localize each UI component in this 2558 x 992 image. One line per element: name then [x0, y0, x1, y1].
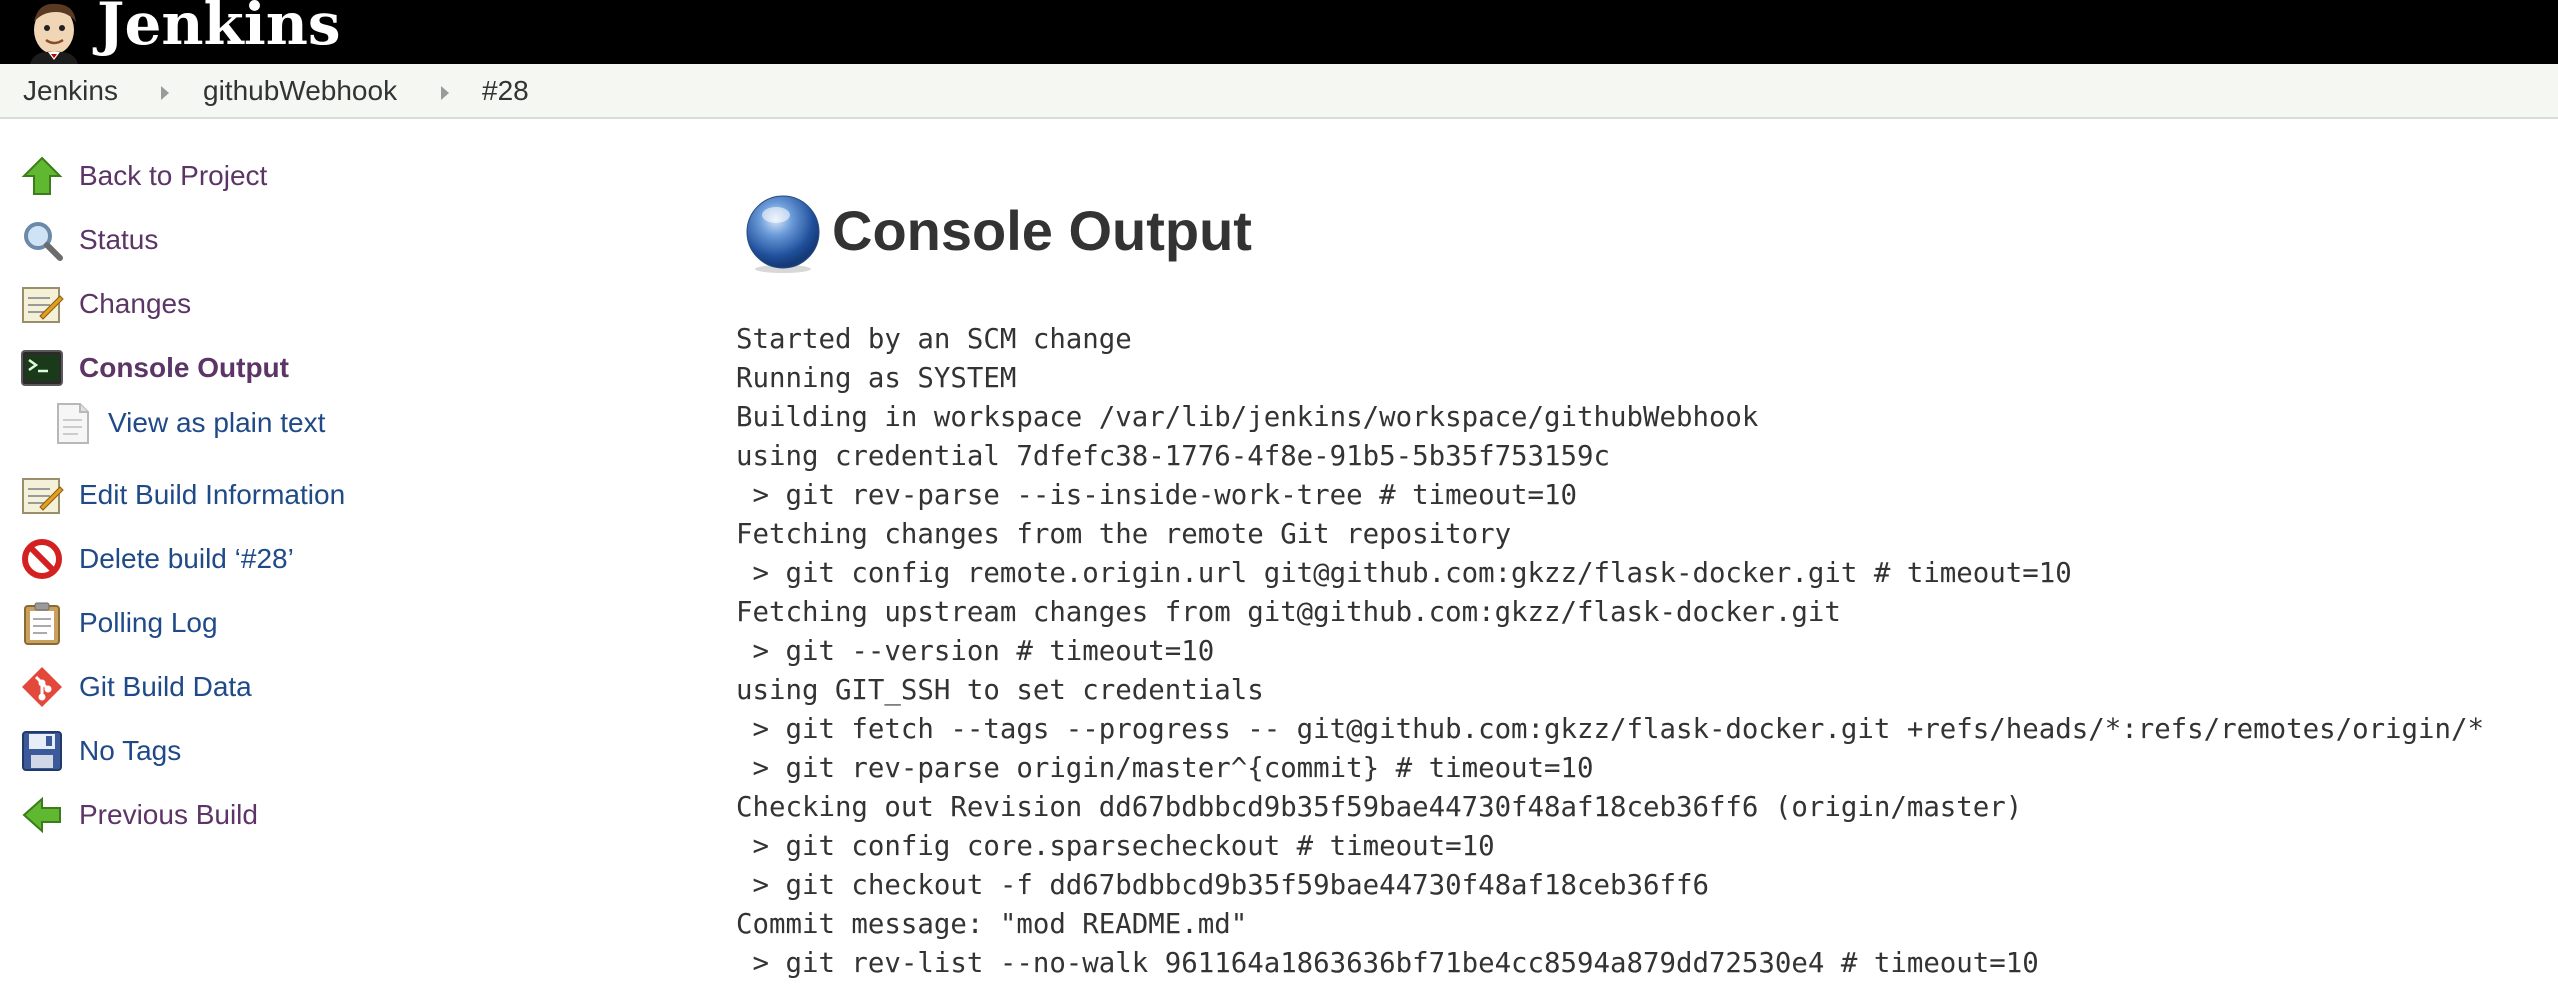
sidebar-item-delete-build[interactable]: Delete build ‘#28’	[20, 535, 350, 583]
clipboard-icon	[20, 601, 64, 645]
console-line: > git config remote.origin.url git@githu…	[736, 558, 2072, 589]
console-line: > git checkout -f dd67bdbbcd9b35f59bae44…	[736, 870, 1709, 901]
sidebar-item-view-as-plain-text[interactable]: View as plain text	[52, 399, 352, 447]
breadcrumb-separator-icon[interactable]	[161, 86, 169, 100]
floppy-disk-icon	[20, 729, 64, 773]
sidebar-item-edit-build-information[interactable]: Edit Build Information	[20, 471, 350, 519]
document-icon	[52, 401, 96, 445]
console-line: Started by an SCM change	[736, 324, 1132, 355]
console-line: Checking out Revision dd67bdbbcd9b35f59b…	[736, 792, 2023, 823]
no-entry-icon	[20, 537, 64, 581]
left-arrow-icon	[20, 793, 64, 837]
sidebar-item-label: View as plain text	[108, 407, 326, 438]
sidebar-item-polling-log[interactable]: Polling Log	[20, 599, 320, 647]
breadcrumb-item-githubwebhook[interactable]: githubWebhook	[203, 64, 397, 119]
sidebar-item-previous-build[interactable]: Previous Build	[20, 791, 320, 839]
sidebar-item-label: Changes	[79, 288, 192, 319]
sidebar-item-label: No Tags	[79, 735, 182, 766]
console-line: > git rev-parse --is-inside-work-tree # …	[736, 480, 1578, 511]
console-line: using GIT_SSH to set credentials	[736, 675, 1264, 706]
console-line: Fetching upstream changes from git@githu…	[736, 597, 1841, 628]
sidebar-item-no-tags[interactable]: No Tags	[20, 727, 320, 775]
sidebar-item-label: Status	[79, 224, 159, 255]
sidebar-item-changes[interactable]: Changes	[20, 280, 320, 328]
sidebar-item-label: Console Output	[79, 352, 289, 383]
sidebar-item-label: Git Build Data	[79, 671, 252, 702]
magnifier-icon	[20, 218, 64, 262]
sidebar-item-label: Delete build ‘#28’	[79, 543, 294, 574]
sidebar-item-label: Polling Log	[79, 607, 218, 638]
console-line: Running as SYSTEM	[736, 363, 1017, 394]
jenkins-butler-logo-icon[interactable]	[20, 0, 90, 64]
git-icon	[20, 665, 64, 709]
console-output-text: Started by an SCM change Running as SYSTE…	[736, 320, 2558, 992]
console-line: > git rev-parse origin/master^{commit} #…	[736, 753, 1594, 784]
sidebar-item-label: Edit Build Information	[79, 479, 346, 510]
sidebar-item-label: Back to Project	[79, 160, 268, 191]
jenkins-brand[interactable]: Jenkins	[97, 0, 341, 56]
breadcrumb-separator-icon[interactable]	[441, 86, 449, 100]
console-line: > git rev-list --no-walk 961164a1863636b…	[736, 948, 2039, 979]
console-line: Fetching changes from the remote Git rep…	[736, 519, 1512, 550]
sidebar-item-git-build-data[interactable]: Git Build Data	[20, 663, 320, 711]
sidebar-item-label: Previous Build	[79, 799, 258, 830]
page-title: Console Output	[832, 199, 1252, 262]
console-line: > git --version # timeout=10	[736, 636, 1215, 667]
sidebar-item-console-output[interactable]: Console Output	[20, 344, 320, 392]
breadcrumb-item-jenkins[interactable]: Jenkins	[23, 64, 118, 119]
console-line: > git fetch --tags --progress -- git@git…	[736, 714, 2484, 745]
sidebar-item-status[interactable]: Status	[20, 216, 320, 264]
console-line: > git config core.sparsecheckout # timeo…	[736, 831, 1495, 862]
console-line: using credential 7dfefc38-1776-4f8e-91b5…	[736, 441, 1610, 472]
notepad-icon	[20, 473, 64, 517]
page-header: Jenkins	[0, 0, 2558, 64]
console-line: Commit message: "mod README.md"	[736, 909, 1248, 940]
breadcrumb-item-build-28[interactable]: #28	[482, 64, 529, 119]
console-line: Building in workspace /var/lib/jenkins/w…	[736, 402, 1759, 433]
terminal-icon	[20, 346, 64, 390]
notepad-icon	[20, 282, 64, 326]
breadcrumb: Jenkins githubWebhook #28	[0, 64, 2558, 119]
blue-ball-icon	[742, 193, 824, 275]
sidebar-item-back-to-project[interactable]: Back to Project	[20, 152, 320, 200]
up-arrow-icon	[20, 154, 64, 198]
